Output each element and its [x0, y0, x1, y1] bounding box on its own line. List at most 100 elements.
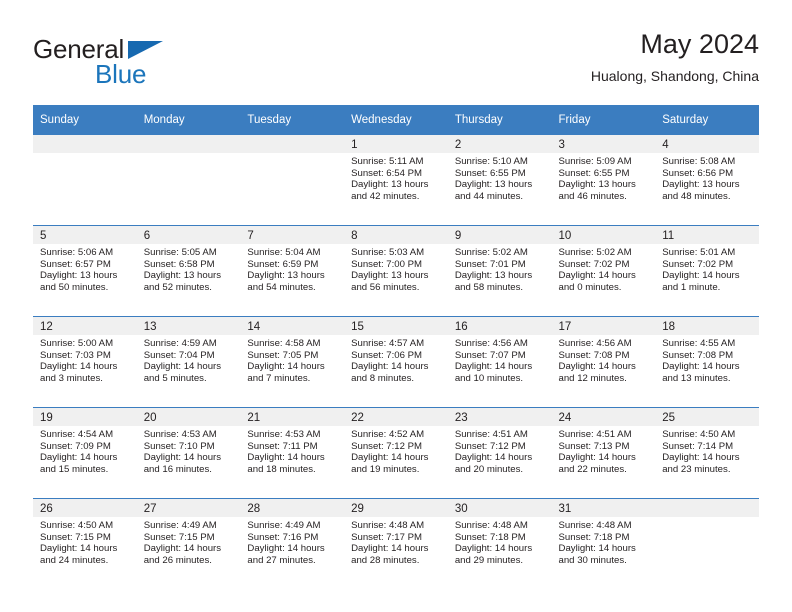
sunrise-text: Sunrise: 5:04 AM	[247, 247, 321, 258]
day-details: Sunrise: 5:01 AM Sunset: 7:02 PM Daylight:…	[655, 244, 759, 293]
calendar-day-cell-empty	[33, 134, 137, 226]
calendar-day-cell[interactable]: 3 Sunrise: 5:09 AM Sunset: 6:55 PM Daylight…	[551, 134, 656, 226]
sunrise-text: Sunrise: 4:48 AM	[351, 520, 425, 531]
day-number: 31	[551, 499, 656, 517]
daylight-text-line1: Daylight: 13 hours	[662, 179, 740, 191]
day-details: Sunrise: 4:49 AM Sunset: 7:16 PM Daylight:…	[240, 517, 344, 566]
day-details: Sunrise: 4:50 AM Sunset: 7:15 PM Daylight:…	[33, 517, 137, 566]
calendar-day-cell[interactable]: 29 Sunrise: 4:48 AM Sunset: 7:17 PM Dayligh…	[344, 498, 448, 589]
daylight-text-line2: and 26 minutes.	[143, 554, 212, 566]
calendar-day-cell[interactable]: 13 Sunrise: 4:59 AM Sunset: 7:04 PM Dayligh…	[136, 316, 241, 408]
sunrise-text: Sunrise: 4:56 AM	[454, 338, 528, 349]
daylight-text-line1: Daylight: 14 hours	[40, 543, 118, 555]
calendar-day-cell[interactable]: 26 Sunrise: 4:50 AM Sunset: 7:15 PM Dayligh…	[33, 498, 137, 589]
day-number: 11	[655, 226, 759, 244]
weekday-header-cell: Monday	[136, 105, 241, 135]
calendar-day-cell[interactable]: 19 Sunrise: 4:54 AM Sunset: 7:09 PM Dayligh…	[33, 407, 137, 499]
calendar-day-cell[interactable]: 23 Sunrise: 4:51 AM Sunset: 7:12 PM Dayligh…	[447, 407, 552, 499]
calendar-day-cell[interactable]: 10 Sunrise: 5:02 AM Sunset: 7:02 PM Dayligh…	[551, 225, 656, 317]
day-number: 19	[33, 408, 137, 426]
weekday-header-cell: Tuesday	[240, 105, 345, 135]
sunset-text: Sunset: 7:03 PM	[40, 349, 111, 361]
daylight-text-line1: Daylight: 13 hours	[351, 179, 429, 191]
calendar-day-cell[interactable]: 18 Sunrise: 4:55 AM Sunset: 7:08 PM Dayligh…	[655, 316, 759, 408]
calendar-day-cell[interactable]: 25 Sunrise: 4:50 AM Sunset: 7:14 PM Dayligh…	[655, 407, 759, 499]
day-cell-inner: 5 Sunrise: 5:06 AM Sunset: 6:57 PM Daylight…	[33, 226, 137, 316]
calendar-day-cell[interactable]: 21 Sunrise: 4:53 AM Sunset: 7:11 PM Dayligh…	[240, 407, 345, 499]
weekday-header-cell: Sunday	[33, 105, 137, 135]
day-cell-inner: 14 Sunrise: 4:58 AM Sunset: 7:05 PM Dayligh…	[240, 317, 345, 407]
day-number: 27	[136, 499, 241, 517]
calendar-day-cell[interactable]: 2 Sunrise: 5:10 AM Sunset: 6:55 PM Daylight…	[447, 134, 552, 226]
calendar-day-cell[interactable]: 16 Sunrise: 4:56 AM Sunset: 7:07 PM Dayligh…	[447, 316, 552, 408]
calendar-day-cell[interactable]: 27 Sunrise: 4:49 AM Sunset: 7:15 PM Dayligh…	[136, 498, 241, 589]
sunset-text: Sunset: 7:11 PM	[247, 440, 318, 452]
day-number: 30	[447, 499, 552, 517]
daylight-text-line2: and 5 minutes.	[143, 372, 207, 384]
calendar-day-cell[interactable]: 11 Sunrise: 5:01 AM Sunset: 7:02 PM Dayligh…	[655, 225, 759, 317]
day-details: Sunrise: 4:55 AM Sunset: 7:08 PM Daylight:…	[655, 335, 759, 384]
daylight-text-line2: and 18 minutes.	[247, 463, 316, 475]
page-subtitle: Hualong, Shandong, China	[590, 68, 759, 84]
day-details: Sunrise: 4:48 AM Sunset: 7:18 PM Daylight:…	[448, 517, 552, 566]
calendar-day-cell[interactable]: 5 Sunrise: 5:06 AM Sunset: 6:57 PM Daylight…	[33, 225, 137, 317]
calendar-day-cell[interactable]: 4 Sunrise: 5:08 AM Sunset: 6:56 PM Daylight…	[655, 134, 759, 226]
daylight-text-line1: Daylight: 14 hours	[558, 543, 636, 555]
sunrise-text: Sunrise: 4:53 AM	[143, 429, 217, 440]
calendar-day-cell[interactable]: 22 Sunrise: 4:52 AM Sunset: 7:12 PM Dayligh…	[344, 407, 448, 499]
calendar-day-cell[interactable]: 8 Sunrise: 5:03 AM Sunset: 7:00 PM Daylight…	[344, 225, 448, 317]
calendar-day-cell[interactable]: 24 Sunrise: 4:51 AM Sunset: 7:13 PM Dayligh…	[551, 407, 656, 499]
calendar-day-cell[interactable]: 31 Sunrise: 4:48 AM Sunset: 7:18 PM Dayligh…	[551, 498, 656, 589]
day-number: 23	[447, 408, 552, 426]
calendar-day-cell[interactable]: 9 Sunrise: 5:02 AM Sunset: 7:01 PM Daylight…	[447, 225, 552, 317]
sunset-text: Sunset: 7:12 PM	[454, 440, 526, 452]
day-details: Sunrise: 4:58 AM Sunset: 7:05 PM Daylight:…	[240, 335, 344, 384]
day-cell-inner: 30 Sunrise: 4:48 AM Sunset: 7:18 PM Dayligh…	[447, 499, 552, 589]
day-cell-inner: 31 Sunrise: 4:48 AM Sunset: 7:18 PM Dayligh…	[551, 499, 656, 589]
daylight-text-line2: and 52 minutes.	[143, 281, 212, 293]
calendar-day-cell[interactable]: 7 Sunrise: 5:04 AM Sunset: 6:59 PM Daylight…	[240, 225, 345, 317]
daylight-text-line1: Daylight: 14 hours	[558, 452, 636, 464]
sunset-text: Sunset: 7:05 PM	[247, 349, 319, 361]
calendar-day-cell[interactable]: 17 Sunrise: 4:56 AM Sunset: 7:08 PM Dayligh…	[551, 316, 656, 408]
daylight-text-line2: and 20 minutes.	[454, 463, 524, 475]
daylight-text-line2: and 13 minutes.	[662, 372, 731, 384]
day-number: 16	[447, 317, 552, 335]
daylight-text-line2: and 56 minutes.	[351, 281, 420, 293]
daylight-text-line1: Daylight: 13 hours	[454, 270, 533, 282]
calendar-day-cell[interactable]: 6 Sunrise: 5:05 AM Sunset: 6:58 PM Daylight…	[136, 225, 241, 317]
calendar-day-cell[interactable]: 12 Sunrise: 5:00 AM Sunset: 7:03 PM Dayligh…	[33, 316, 137, 408]
day-number: 9	[447, 226, 552, 244]
daylight-text-line2: and 16 minutes.	[143, 463, 212, 475]
sunrise-text: Sunrise: 4:57 AM	[351, 338, 425, 349]
brand-logo[interactable]: General Blue	[33, 36, 263, 96]
day-cell-inner: 27 Sunrise: 4:49 AM Sunset: 7:15 PM Dayligh…	[136, 499, 241, 589]
calendar-day-cell[interactable]: 14 Sunrise: 4:58 AM Sunset: 7:05 PM Dayligh…	[240, 316, 345, 408]
day-details: Sunrise: 5:02 AM Sunset: 7:02 PM Daylight:…	[552, 244, 656, 293]
daylight-text-line1: Daylight: 14 hours	[40, 361, 118, 373]
day-cell-inner: 29 Sunrise: 4:48 AM Sunset: 7:17 PM Dayligh…	[344, 499, 448, 589]
day-cell-inner: 2 Sunrise: 5:10 AM Sunset: 6:55 PM Daylight…	[447, 135, 552, 225]
calendar-day-cell[interactable]: 15 Sunrise: 4:57 AM Sunset: 7:06 PM Dayligh…	[344, 316, 448, 408]
sunset-text: Sunset: 7:17 PM	[351, 531, 423, 543]
day-details: Sunrise: 4:54 AM Sunset: 7:09 PM Daylight:…	[33, 426, 137, 475]
sunset-text: Sunset: 7:15 PM	[40, 531, 111, 543]
daylight-text-line2: and 46 minutes.	[558, 190, 627, 202]
calendar-day-cell[interactable]: 30 Sunrise: 4:48 AM Sunset: 7:18 PM Dayligh…	[447, 498, 552, 589]
sunrise-text: Sunrise: 4:56 AM	[558, 338, 632, 349]
day-cell-inner: 25 Sunrise: 4:50 AM Sunset: 7:14 PM Dayligh…	[655, 408, 759, 498]
calendar-day-cell[interactable]: 20 Sunrise: 4:53 AM Sunset: 7:10 PM Dayligh…	[136, 407, 241, 499]
daylight-text-line2: and 27 minutes.	[247, 554, 316, 566]
calendar-day-cell[interactable]: 28 Sunrise: 4:49 AM Sunset: 7:16 PM Dayligh…	[240, 498, 345, 589]
sunrise-text: Sunrise: 4:49 AM	[247, 520, 321, 531]
sunrise-text: Sunrise: 5:02 AM	[454, 247, 528, 258]
brand-triangle-icon	[128, 41, 163, 59]
calendar-day-cell[interactable]: 1 Sunrise: 5:11 AM Sunset: 6:54 PM Daylight…	[344, 134, 448, 226]
daylight-text-line1: Daylight: 14 hours	[662, 270, 740, 282]
day-cell-inner: 23 Sunrise: 4:51 AM Sunset: 7:12 PM Dayligh…	[447, 408, 552, 498]
day-cell-inner: 6 Sunrise: 5:05 AM Sunset: 6:58 PM Daylight…	[136, 226, 241, 316]
day-cell-inner: 18 Sunrise: 4:55 AM Sunset: 7:08 PM Dayligh…	[655, 317, 759, 407]
day-details: Sunrise: 4:53 AM Sunset: 7:11 PM Daylight:…	[240, 426, 344, 475]
day-details: Sunrise: 4:57 AM Sunset: 7:06 PM Daylight:…	[344, 335, 448, 384]
day-details: Sunrise: 5:05 AM Sunset: 6:58 PM Daylight:…	[137, 244, 241, 293]
